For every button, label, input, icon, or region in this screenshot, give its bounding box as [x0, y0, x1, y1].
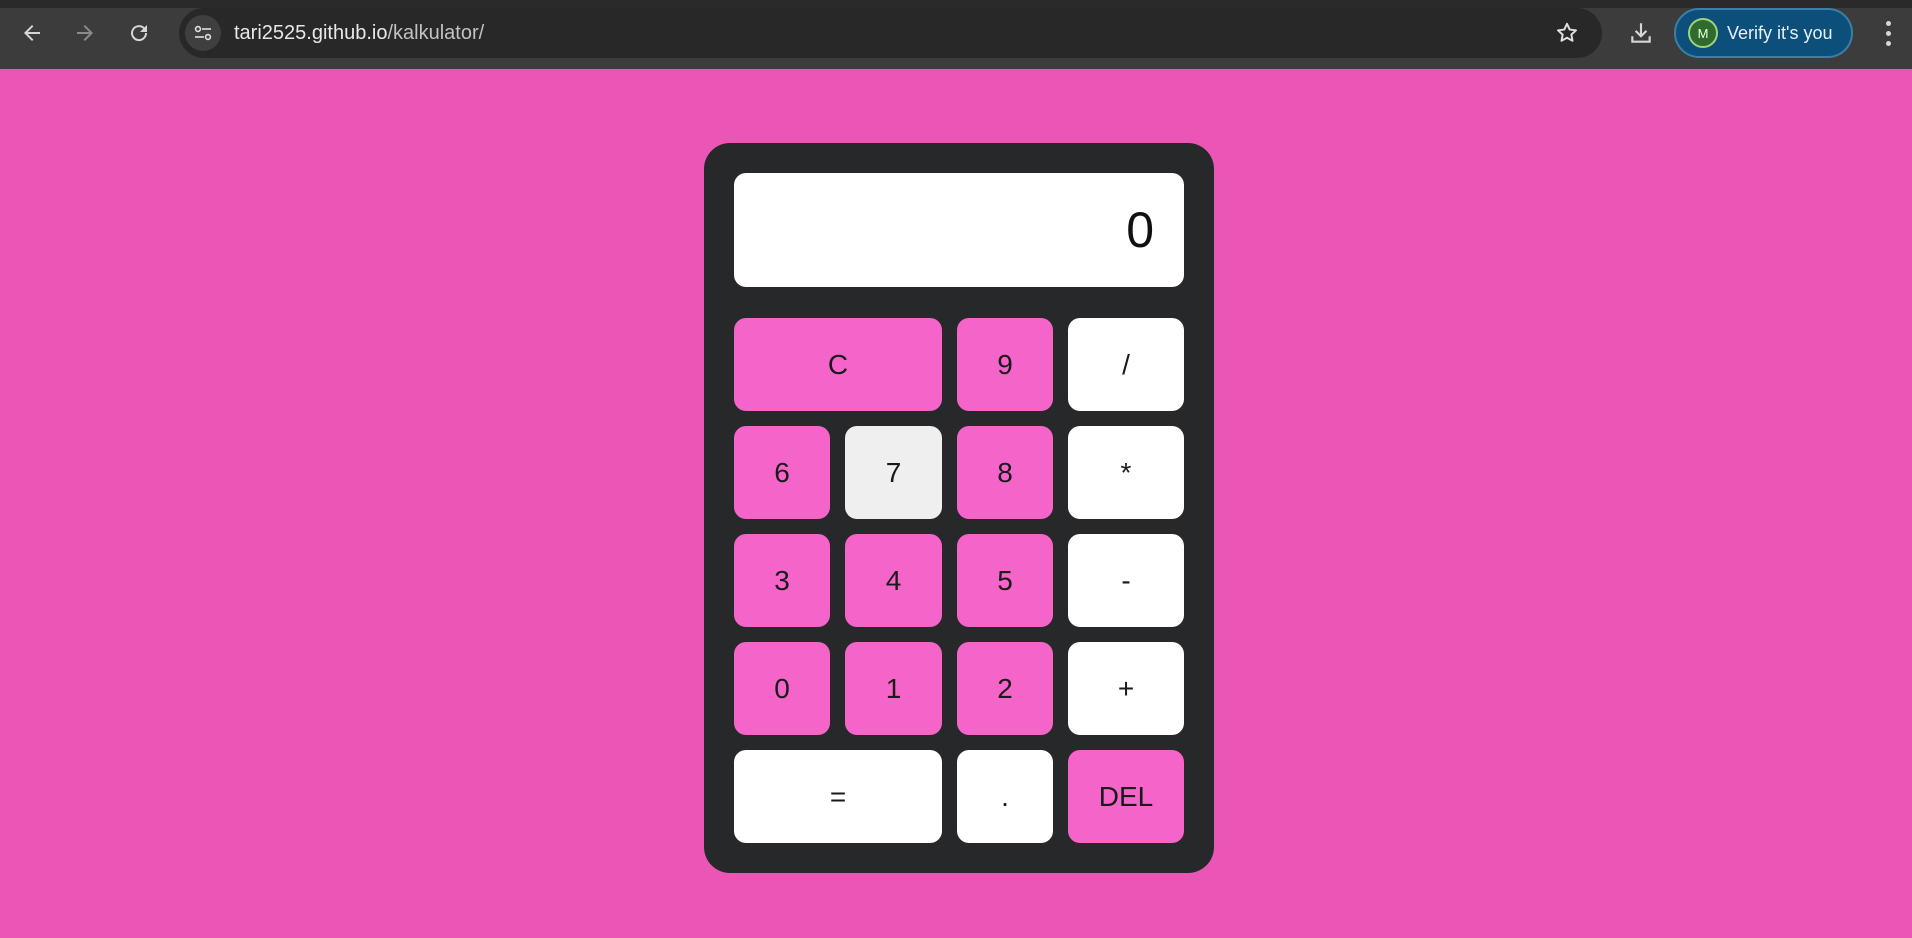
key-7[interactable]: 7	[845, 426, 942, 519]
calculator: 0 C 9 / 6 7 8 * 3 4 5 - 0 1 2 + = . DEL	[704, 143, 1214, 873]
star-icon[interactable]	[1554, 20, 1580, 46]
tab-strip	[0, 0, 1912, 8]
key-0[interactable]: 0	[734, 642, 830, 735]
key-6[interactable]: 6	[734, 426, 830, 519]
key-3[interactable]: 3	[734, 534, 830, 627]
forward-arrow-icon	[77, 25, 93, 41]
clear-button[interactable]: C	[734, 318, 942, 411]
key-4[interactable]: 4	[845, 534, 942, 627]
subtract-button[interactable]: -	[1068, 534, 1184, 627]
calculator-display: 0	[734, 173, 1184, 287]
key-8[interactable]: 8	[957, 426, 1053, 519]
delete-button[interactable]: DEL	[1068, 750, 1184, 843]
tune-icon	[194, 25, 212, 41]
more-vert-icon	[1885, 20, 1891, 26]
equals-button[interactable]: =	[734, 750, 942, 843]
add-button[interactable]: +	[1068, 642, 1184, 735]
site-info-button[interactable]	[185, 15, 221, 51]
back-arrow-icon	[24, 25, 40, 41]
download-icon	[1631, 23, 1651, 43]
forward-button[interactable]	[66, 14, 104, 52]
browser-toolbar: tari2525.github.io/kalkulator/ M Verify …	[0, 0, 1912, 69]
reload-button[interactable]	[120, 14, 158, 52]
key-9[interactable]: 9	[957, 318, 1053, 411]
key-1[interactable]: 1	[845, 642, 942, 735]
reload-icon	[131, 25, 148, 42]
key-5[interactable]: 5	[957, 534, 1053, 627]
verify-label: Verify it's you	[1727, 22, 1833, 43]
key-2[interactable]: 2	[957, 642, 1053, 735]
verify-profile-button[interactable]: M Verify it's you	[1674, 8, 1853, 58]
url-host: tari2525.github.io	[234, 22, 388, 44]
address-bar[interactable]: tari2525.github.io/kalkulator/	[179, 8, 1602, 58]
url-path: /kalkulator/	[387, 22, 485, 44]
downloads-button[interactable]	[1622, 14, 1660, 52]
multiply-button[interactable]: *	[1068, 426, 1184, 519]
browser-menu-button[interactable]	[1872, 14, 1904, 52]
divide-button[interactable]: /	[1068, 318, 1184, 411]
back-button[interactable]	[13, 14, 51, 52]
url-text[interactable]: tari2525.github.io/kalkulator/	[234, 21, 484, 45]
decimal-button[interactable]: .	[957, 750, 1053, 843]
avatar: M	[1688, 18, 1718, 48]
